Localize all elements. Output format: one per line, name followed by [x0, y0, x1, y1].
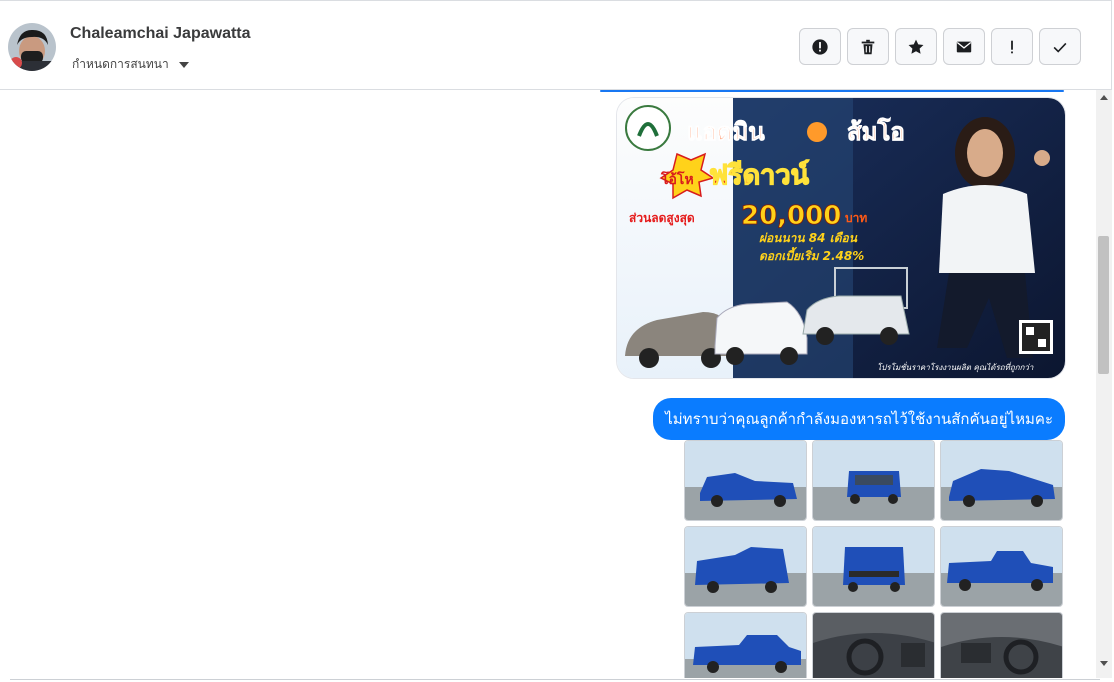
contact-name[interactable]: Chaleamchai Japawatta: [70, 25, 251, 43]
conversation-header: Chaleamchai Japawatta กำหนดการสนทนา: [0, 0, 1112, 90]
promo-footer: โปรโมชั่นราคาโรงงานผลิต คุณได้รถที่ถูกกว…: [877, 361, 1034, 373]
truck-photo-3[interactable]: [940, 440, 1063, 521]
promo-discount-value: 20,000: [741, 201, 841, 231]
truck-photo-5[interactable]: [812, 526, 935, 607]
previous-message-edge: [600, 90, 1064, 92]
promo-installment: ผ่อนนาน 84 เดือน: [759, 231, 858, 245]
star-button[interactable]: [895, 28, 937, 65]
truck-photo-1[interactable]: [684, 440, 807, 521]
photo-grid: [684, 440, 1063, 678]
check-icon: [1053, 42, 1067, 53]
envelope-icon: [956, 41, 972, 52]
promo-headline-1: แอดมิน: [687, 118, 765, 146]
composer-divider: [10, 679, 1100, 680]
toolbar: [799, 28, 1081, 65]
truck-photo-8[interactable]: [812, 612, 935, 678]
truck-photo-7[interactable]: [684, 612, 807, 678]
delete-button[interactable]: [847, 28, 889, 65]
exclamation-icon: [1011, 40, 1013, 53]
promo-image[interactable]: แอดมิน ส้มโอ โอ้โห ฟรีดาวน์ ส่วนลดสูงสุด…: [616, 97, 1066, 379]
conversation-options-label: กำหนดการสนทนา: [72, 57, 169, 71]
promo-headline-2: ส้มโอ: [847, 117, 905, 146]
scroll-up-arrow-icon[interactable]: [1100, 95, 1108, 100]
scrollbar-thumb[interactable]: [1098, 236, 1109, 374]
mark-done-button[interactable]: [1039, 28, 1081, 65]
message-thread[interactable]: แอดมิน ส้มโอ โอ้โห ฟรีดาวน์ ส่วนลดสูงสุด…: [0, 90, 1096, 678]
promo-free-down: ฟรีดาวน์: [709, 159, 809, 191]
alert-circle-icon: [812, 38, 828, 55]
thread-scrollbar[interactable]: [1096, 90, 1112, 678]
scroll-down-arrow-icon[interactable]: [1100, 661, 1108, 666]
spam-button[interactable]: [799, 28, 841, 65]
truck-photo-9[interactable]: [940, 612, 1063, 678]
truck-photo-4[interactable]: [684, 526, 807, 607]
trash-icon: [861, 39, 875, 54]
promo-discount-unit: บาท: [845, 211, 867, 225]
promo-badge: โอ้โห: [660, 170, 694, 188]
follow-up-button[interactable]: [991, 28, 1033, 65]
caret-down-icon: [178, 61, 189, 68]
truck-photo-2[interactable]: [812, 440, 935, 521]
truck-photo-6[interactable]: [940, 526, 1063, 607]
mark-unread-button[interactable]: [943, 28, 985, 65]
star-icon: [908, 39, 924, 54]
promo-interest: ดอกเบี้ยเริ่ม 2.48%: [759, 247, 864, 263]
avatar[interactable]: [8, 23, 56, 71]
message-bubble[interactable]: ไม่ทราบว่าคุณลูกค้ากำลังมองหารถไว้ใช้งาน…: [653, 398, 1065, 440]
promo-discount-label: ส่วนลดสูงสุด: [629, 211, 695, 226]
conversation-options[interactable]: กำหนดการสนทนา: [72, 55, 189, 74]
